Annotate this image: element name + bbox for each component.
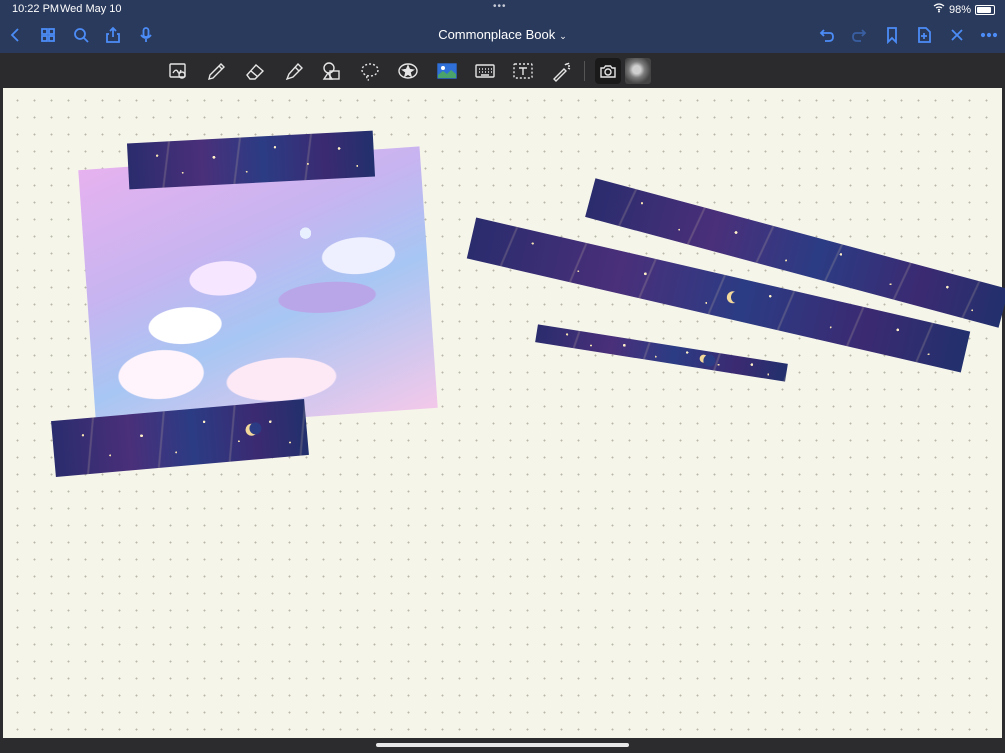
battery-icon [975, 4, 995, 15]
close-icon[interactable] [946, 24, 968, 46]
elements-icon[interactable] [396, 59, 420, 83]
status-time: 10:22 PM [12, 3, 60, 15]
status-date: Wed May 10 [60, 3, 122, 15]
battery-percent: 98% [948, 3, 971, 16]
camera-icon[interactable] [595, 58, 621, 84]
undo-icon[interactable] [816, 24, 838, 46]
photo-thumbnail[interactable] [625, 58, 651, 84]
top-bar: 10:22 PM Wed May 10 ••• 98% Commonplace … [0, 0, 1005, 53]
moon-icon [725, 290, 741, 305]
tool-bar [0, 53, 1005, 88]
highlighter-icon[interactable] [282, 59, 306, 83]
laser-pointer-icon[interactable] [550, 59, 574, 83]
multitasking-dots-icon[interactable]: ••• [493, 1, 507, 12]
add-page-icon[interactable] [913, 24, 935, 46]
shapes-icon[interactable] [320, 59, 344, 83]
lasso-icon[interactable] [358, 59, 382, 83]
moon-icon [245, 423, 259, 437]
redo-icon[interactable] [848, 24, 870, 46]
wifi-icon [933, 3, 945, 16]
eraser-icon[interactable] [243, 59, 267, 83]
more-icon[interactable] [978, 24, 1000, 46]
status-right: 98% [933, 3, 995, 16]
home-indicator[interactable] [376, 743, 629, 747]
pen-icon[interactable] [204, 59, 228, 83]
zoom-window-icon[interactable] [166, 59, 190, 83]
moon-icon [699, 354, 709, 364]
chevron-down-icon: ⌄ [559, 31, 567, 41]
bookmark-icon[interactable] [881, 24, 903, 46]
text-box-icon[interactable] [511, 59, 535, 83]
image-icon[interactable] [435, 59, 459, 83]
toolbar-divider [584, 61, 585, 81]
document-title-text: Commonplace Book [438, 27, 556, 42]
keyboard-icon[interactable] [473, 59, 497, 83]
